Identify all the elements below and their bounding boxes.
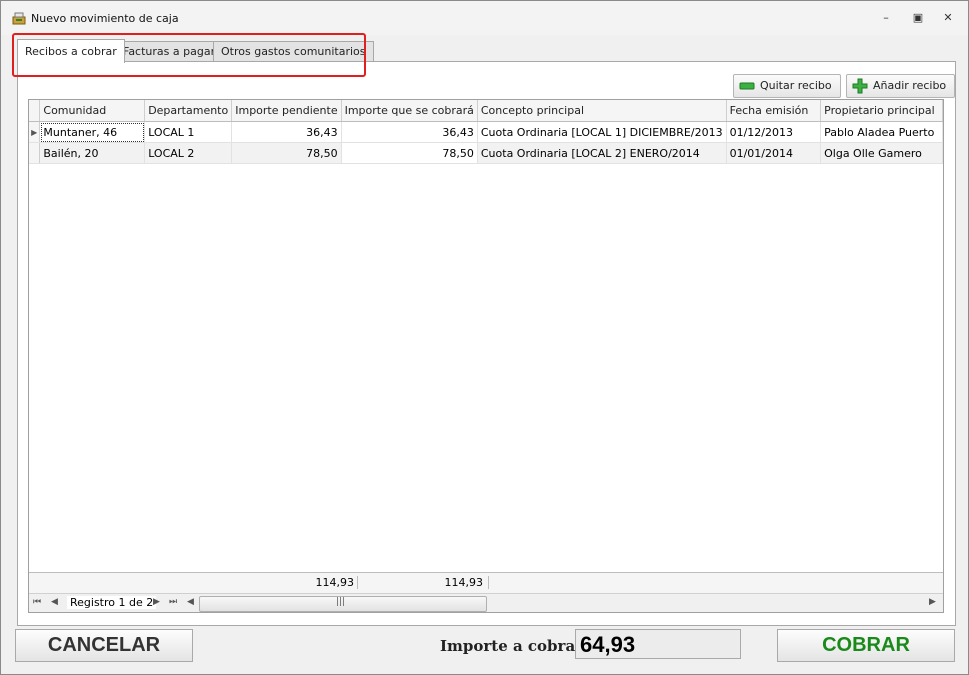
column-header[interactable]: Comunidad xyxy=(39,100,146,122)
record-counter: Registro 1 de 2 xyxy=(67,596,157,609)
cash-register-icon xyxy=(12,12,26,25)
table-row[interactable]: Bailén, 20 LOCAL 2 78,50 78,50 Cuota Ord… xyxy=(29,142,943,164)
row-indicator-icon: ▶ xyxy=(29,121,41,143)
remove-receipt-button[interactable]: Quitar recibo xyxy=(733,74,841,98)
cell-comunidad[interactable]: Bailén, 20 xyxy=(39,142,146,164)
column-header[interactable]: Importe pendiente xyxy=(231,100,342,122)
grid-navigator: ⏮ ◀ Registro 1 de 2 ▶ ⏭ ◀ ||| ▶ xyxy=(29,593,943,612)
cell-comunidad[interactable]: Muntaner, 46 xyxy=(39,121,146,143)
grid-header-row: Comunidad Departamento Importe pendiente… xyxy=(29,100,943,122)
cell-departamento[interactable]: LOCAL 2 xyxy=(144,142,233,164)
plus-icon xyxy=(852,78,868,94)
scrollbar-grip-icon: ||| xyxy=(336,597,346,607)
cell-propietario[interactable]: Olga Olle Gamero xyxy=(820,142,943,164)
cell-propietario[interactable]: Pablo Aladea Puerto xyxy=(820,121,943,143)
column-header[interactable]: Importe que se cobrará xyxy=(341,100,478,122)
cell-concepto[interactable]: Cuota Ordinaria [LOCAL 1] DICIEMBRE/2013 xyxy=(477,121,727,143)
total-importe-pendiente: 114,93 xyxy=(315,576,355,589)
scroll-right-icon[interactable]: ▶ xyxy=(929,597,936,607)
submit-cobrar-button[interactable]: COBRAR xyxy=(777,629,955,662)
add-receipt-button[interactable]: Añadir recibo xyxy=(846,74,956,98)
window-title: Nuevo movimiento de caja xyxy=(31,12,179,25)
amount-label: Importe a cobrar: xyxy=(440,637,589,655)
cell-importe-cobrara[interactable]: 36,43 xyxy=(341,121,478,143)
add-receipt-label: Añadir recibo xyxy=(873,79,947,92)
title-bar: Nuevo movimiento de caja – ▣ ✕ xyxy=(1,1,968,35)
cell-importe-cobrara[interactable]: 78,50 xyxy=(341,142,478,164)
summary-separator xyxy=(357,576,358,589)
column-header[interactable]: Departamento xyxy=(144,100,233,122)
cell-importe-pendiente[interactable]: 78,50 xyxy=(231,142,342,164)
cell-importe-pendiente[interactable]: 36,43 xyxy=(231,121,342,143)
cell-departamento[interactable]: LOCAL 1 xyxy=(144,121,233,143)
tab-panel-recibos: Quitar recibo Añadir recibo Comunidad De… xyxy=(17,61,956,626)
first-record-icon[interactable]: ⏮ xyxy=(33,597,41,607)
horizontal-scrollbar-thumb[interactable]: ||| xyxy=(199,596,487,612)
total-importe-cobrara: 114,93 xyxy=(444,576,484,589)
remove-receipt-label: Quitar recibo xyxy=(760,79,832,92)
restore-icon[interactable]: ▣ xyxy=(910,11,926,25)
amount-value: 64,93 xyxy=(575,629,741,659)
column-header[interactable]: Propietario principal xyxy=(820,100,943,122)
tab-otros-gastos-comunitarios[interactable]: Otros gastos comunitarios xyxy=(213,41,374,62)
scroll-left-icon[interactable]: ◀ xyxy=(187,597,194,607)
last-record-icon[interactable]: ⏭ xyxy=(169,597,177,607)
next-record-icon[interactable]: ▶ xyxy=(153,597,160,607)
cell-fecha[interactable]: 01/12/2013 xyxy=(726,121,822,143)
column-header[interactable]: Fecha emisión xyxy=(726,100,822,122)
cancel-button[interactable]: CANCELAR xyxy=(15,629,193,662)
tab-facturas-a-pagar[interactable]: Facturas a pagar xyxy=(115,41,224,62)
tab-recibos-a-cobrar[interactable]: Recibos a cobrar xyxy=(17,39,125,63)
close-icon[interactable]: ✕ xyxy=(940,11,956,25)
prev-record-icon[interactable]: ◀ xyxy=(51,597,58,607)
column-header[interactable]: Concepto principal xyxy=(477,100,727,122)
dialog-window: Nuevo movimiento de caja – ▣ ✕ Recibos a… xyxy=(0,0,969,675)
cell-fecha[interactable]: 01/01/2014 xyxy=(726,142,822,164)
summary-separator xyxy=(488,576,489,589)
grid-summary-row: 114,93 114,93 xyxy=(29,572,943,593)
cell-concepto[interactable]: Cuota Ordinaria [LOCAL 2] ENERO/2014 xyxy=(477,142,727,164)
receipts-grid: Comunidad Departamento Importe pendiente… xyxy=(28,99,944,613)
receipts-table: Comunidad Departamento Importe pendiente… xyxy=(29,100,943,164)
table-row[interactable]: ▶ Muntaner, 46 LOCAL 1 36,43 36,43 Cuota… xyxy=(29,121,943,143)
row-indicator xyxy=(29,142,41,164)
minus-icon xyxy=(739,82,755,90)
minimize-icon[interactable]: – xyxy=(878,11,894,25)
row-indicator-header xyxy=(29,100,41,122)
